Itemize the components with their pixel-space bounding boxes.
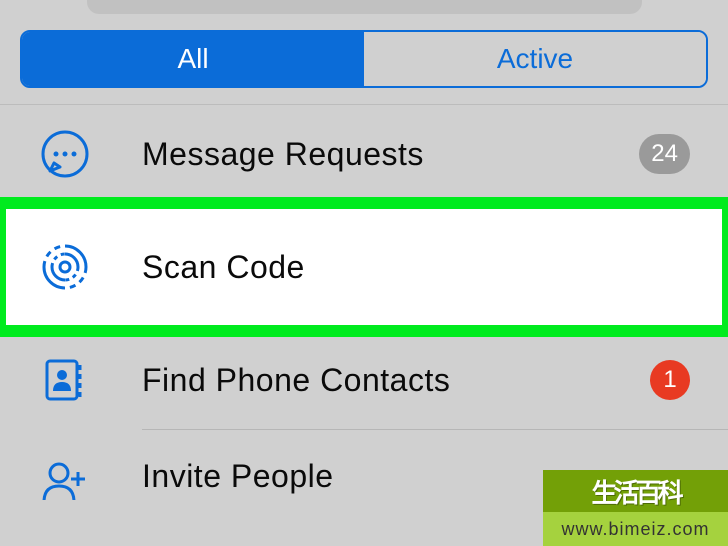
address-book-icon <box>40 355 90 405</box>
row-label: Message Requests <box>142 136 639 173</box>
row-find-phone-contacts[interactable]: Find Phone Contacts 1 <box>0 331 728 429</box>
watermark: 生活百科 www.bimeiz.com <box>543 470 728 546</box>
search-field-bottom-edge <box>87 0 642 14</box>
row-message-requests[interactable]: Message Requests 24 <box>0 105 728 203</box>
message-bubble-icon <box>40 129 90 179</box>
row-label: Scan Code <box>142 249 690 286</box>
row-scan-code[interactable]: Scan Code <box>0 203 728 331</box>
scan-code-icon <box>40 242 90 292</box>
search-bar-remnant <box>0 0 728 18</box>
tab-active[interactable]: Active <box>364 32 706 86</box>
count-badge: 1 <box>650 360 690 400</box>
watermark-title: 生活百科 <box>543 470 728 512</box>
tab-active-label: Active <box>497 43 573 75</box>
segmented-control: All Active <box>20 30 708 88</box>
tab-all-label: All <box>177 43 208 75</box>
count-badge: 24 <box>639 134 690 174</box>
watermark-url: www.bimeiz.com <box>543 512 728 546</box>
segmented-control-area: All Active <box>0 18 728 104</box>
tab-all[interactable]: All <box>22 32 364 86</box>
menu-list: Message Requests 24 Scan Code <box>0 105 728 500</box>
row-label: Find Phone Contacts <box>142 362 650 399</box>
person-plus-icon <box>40 458 90 500</box>
